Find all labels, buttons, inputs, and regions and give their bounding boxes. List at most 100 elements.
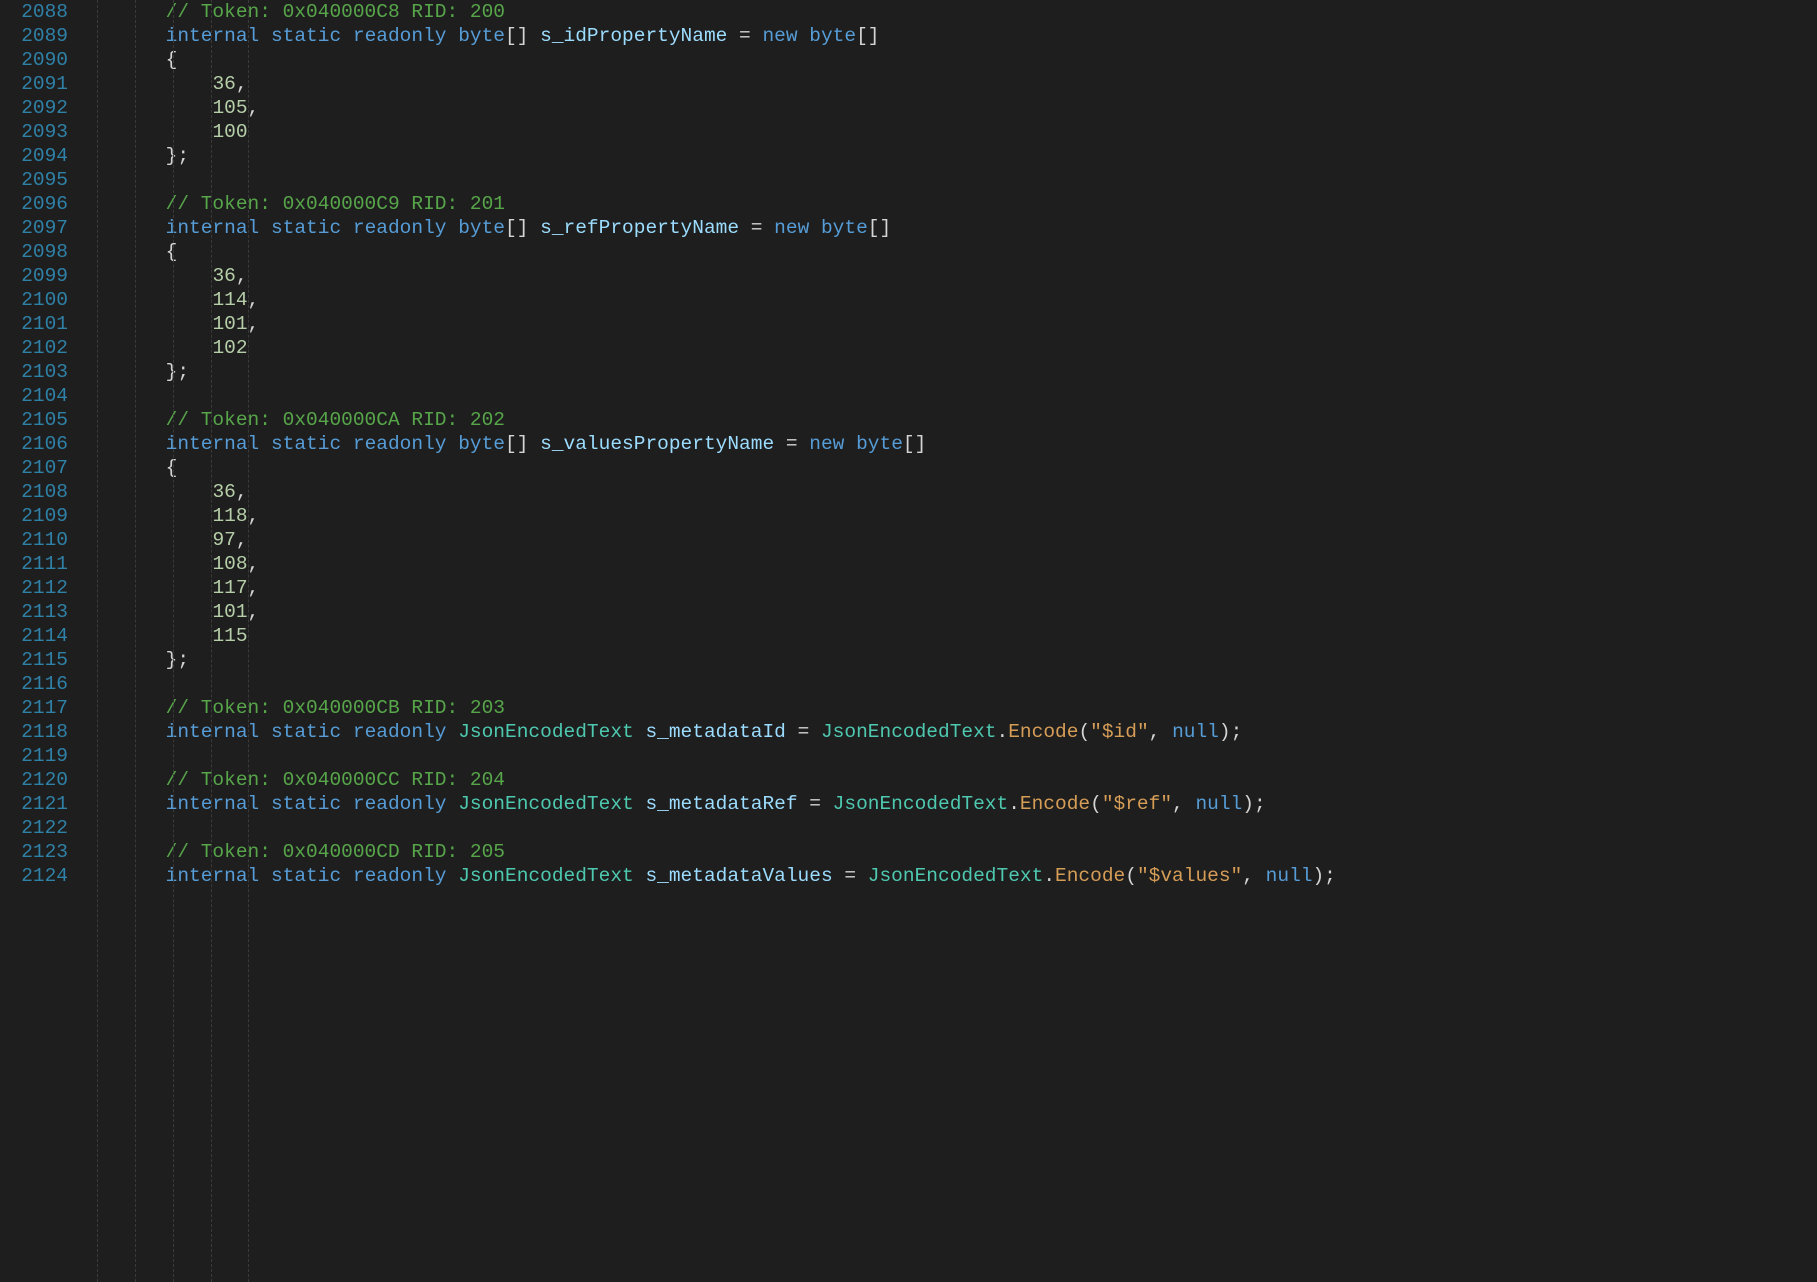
token-whitespace [72, 241, 166, 263]
token-punc: . [1008, 793, 1020, 815]
code-line[interactable]: }; [72, 648, 1817, 672]
line-number[interactable]: 2089 [0, 24, 68, 48]
line-number[interactable]: 2102 [0, 336, 68, 360]
code-line[interactable]: internal static readonly byte[] s_idProp… [72, 24, 1817, 48]
line-number[interactable]: 2105 [0, 408, 68, 432]
token-comment: // Token: 0x040000C8 RID: 200 [166, 1, 505, 23]
token-type: JsonEncodedText [458, 793, 634, 815]
token-ident: s_metadataValues [645, 865, 832, 887]
code-line[interactable]: { [72, 48, 1817, 72]
token-whitespace [72, 553, 212, 575]
code-line[interactable]: { [72, 240, 1817, 264]
code-line[interactable]: 114, [72, 288, 1817, 312]
line-number[interactable]: 2114 [0, 624, 68, 648]
token-whitespace [72, 577, 212, 599]
code-line[interactable]: 102 [72, 336, 1817, 360]
code-line[interactable]: 101, [72, 312, 1817, 336]
code-line[interactable]: internal static readonly JsonEncodedText… [72, 720, 1817, 744]
token-punc: = [727, 25, 762, 47]
line-number[interactable]: 2107 [0, 456, 68, 480]
code-line[interactable] [72, 384, 1817, 408]
line-number[interactable]: 2109 [0, 504, 68, 528]
token-keyword: null [1195, 793, 1242, 815]
code-line[interactable]: // Token: 0x040000CC RID: 204 [72, 768, 1817, 792]
token-whitespace [72, 457, 166, 479]
code-area[interactable]: // Token: 0x040000C8 RID: 200 internal s… [72, 0, 1817, 1282]
line-number[interactable]: 2095 [0, 168, 68, 192]
line-number[interactable]: 2115 [0, 648, 68, 672]
line-number[interactable]: 2119 [0, 744, 68, 768]
line-number[interactable]: 2111 [0, 552, 68, 576]
line-number[interactable]: 2118 [0, 720, 68, 744]
line-number[interactable]: 2122 [0, 816, 68, 840]
code-line[interactable]: }; [72, 144, 1817, 168]
code-line[interactable]: // Token: 0x040000CB RID: 203 [72, 696, 1817, 720]
code-line[interactable]: 117, [72, 576, 1817, 600]
line-number-gutter[interactable]: 2088208920902091209220932094209520962097… [0, 0, 72, 1282]
code-line[interactable]: 36, [72, 72, 1817, 96]
line-number[interactable]: 2112 [0, 576, 68, 600]
token-punc: ( [1125, 865, 1137, 887]
code-line[interactable] [72, 744, 1817, 768]
code-line[interactable]: }; [72, 360, 1817, 384]
code-line[interactable]: 101, [72, 600, 1817, 624]
line-number[interactable]: 2088 [0, 0, 68, 24]
code-line[interactable]: 108, [72, 552, 1817, 576]
code-line[interactable]: 105, [72, 96, 1817, 120]
token-type: JsonEncodedText [458, 721, 634, 743]
line-number[interactable]: 2120 [0, 768, 68, 792]
line-number[interactable]: 2099 [0, 264, 68, 288]
vertical-scrollbar[interactable] [1801, 0, 1817, 1282]
token-whitespace [72, 841, 166, 863]
code-line[interactable]: // Token: 0x040000CA RID: 202 [72, 408, 1817, 432]
code-line[interactable]: 36, [72, 264, 1817, 288]
line-number[interactable]: 2121 [0, 792, 68, 816]
code-line[interactable]: 36, [72, 480, 1817, 504]
line-number[interactable]: 2113 [0, 600, 68, 624]
code-line[interactable]: internal static readonly JsonEncodedText… [72, 864, 1817, 888]
code-line[interactable]: // Token: 0x040000CD RID: 205 [72, 840, 1817, 864]
token-keyword: internal [166, 217, 260, 239]
line-number[interactable]: 2090 [0, 48, 68, 72]
line-number[interactable]: 2098 [0, 240, 68, 264]
token-comment: // Token: 0x040000CB RID: 203 [166, 697, 505, 719]
line-number[interactable]: 2097 [0, 216, 68, 240]
line-number[interactable]: 2110 [0, 528, 68, 552]
line-number[interactable]: 2092 [0, 96, 68, 120]
token-punc: , [248, 553, 260, 575]
code-line[interactable]: { [72, 456, 1817, 480]
code-line[interactable]: internal static readonly byte[] s_values… [72, 432, 1817, 456]
line-number[interactable]: 2101 [0, 312, 68, 336]
code-line[interactable] [72, 672, 1817, 696]
token-whitespace [259, 721, 271, 743]
line-number[interactable]: 2117 [0, 696, 68, 720]
line-number[interactable]: 2104 [0, 384, 68, 408]
line-number[interactable]: 2108 [0, 480, 68, 504]
token-punc: [] [856, 25, 879, 47]
code-line[interactable]: 97, [72, 528, 1817, 552]
token-keyword: internal [166, 865, 260, 887]
line-number[interactable]: 2100 [0, 288, 68, 312]
line-number[interactable]: 2096 [0, 192, 68, 216]
code-line[interactable]: internal static readonly JsonEncodedText… [72, 792, 1817, 816]
code-line[interactable] [72, 168, 1817, 192]
code-line[interactable]: 115 [72, 624, 1817, 648]
line-number[interactable]: 2123 [0, 840, 68, 864]
code-line[interactable]: // Token: 0x040000C9 RID: 201 [72, 192, 1817, 216]
line-number[interactable]: 2094 [0, 144, 68, 168]
code-line[interactable]: 118, [72, 504, 1817, 528]
line-number[interactable]: 2124 [0, 864, 68, 888]
code-line[interactable] [72, 816, 1817, 840]
line-number[interactable]: 2093 [0, 120, 68, 144]
code-line[interactable]: internal static readonly byte[] s_refPro… [72, 216, 1817, 240]
line-number[interactable]: 2106 [0, 432, 68, 456]
line-number[interactable]: 2103 [0, 360, 68, 384]
code-line[interactable]: 100 [72, 120, 1817, 144]
line-number[interactable]: 2091 [0, 72, 68, 96]
token-whitespace [72, 505, 212, 527]
token-keyword: internal [166, 25, 260, 47]
code-editor[interactable]: 2088208920902091209220932094209520962097… [0, 0, 1817, 1282]
line-number[interactable]: 2116 [0, 672, 68, 696]
code-line[interactable]: // Token: 0x040000C8 RID: 200 [72, 0, 1817, 24]
token-method: Encode [1008, 721, 1078, 743]
